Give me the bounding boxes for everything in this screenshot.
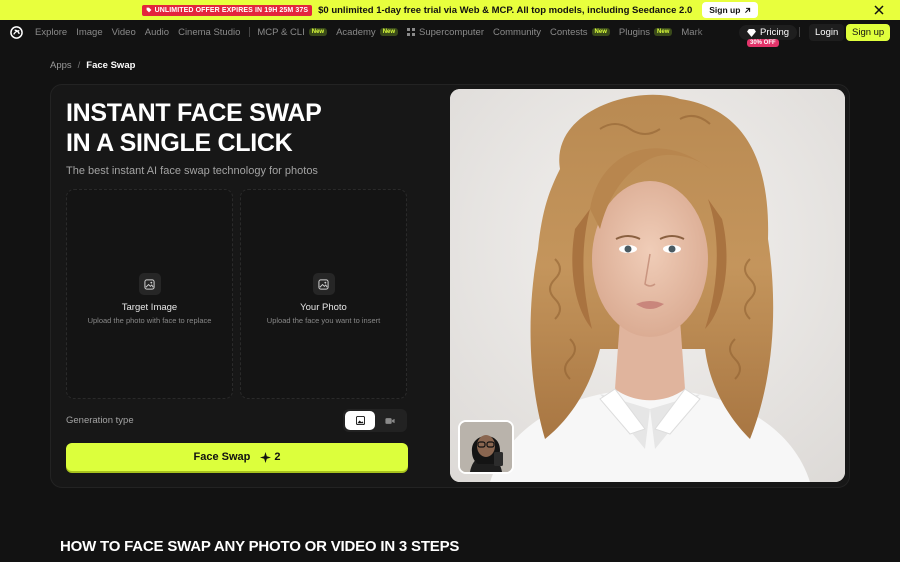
nav-explore[interactable]: Explore bbox=[35, 27, 67, 38]
promo-signup-label: Sign up bbox=[709, 5, 741, 15]
discount-badge: 30% OFF bbox=[747, 39, 779, 47]
nav-image-label: Image bbox=[76, 26, 103, 38]
arrow-up-right-icon bbox=[745, 7, 751, 13]
diamond-icon bbox=[747, 28, 756, 37]
nav-contests-label: Contests bbox=[550, 26, 588, 38]
section-heading: HOW TO FACE SWAP ANY PHOTO OR VIDEO IN 3… bbox=[60, 538, 460, 555]
nav-academy[interactable]: Academy New bbox=[336, 26, 399, 38]
new-badge: New bbox=[308, 28, 328, 36]
your-photo-upload[interactable]: Your Photo Upload the face you want to i… bbox=[240, 189, 407, 399]
nav-cinema-studio-label: Cinema Studio bbox=[178, 26, 241, 38]
source-face-thumbnail[interactable] bbox=[458, 420, 514, 474]
breadcrumb-apps[interactable]: Apps bbox=[50, 60, 72, 71]
promo-banner: UNLIMITED OFFER EXPIRES IN 19H 25M 37S $… bbox=[0, 0, 900, 20]
nav-audio[interactable]: Audio bbox=[145, 27, 169, 38]
nav-image[interactable]: Image bbox=[76, 27, 102, 38]
promo-signup-button[interactable]: Sign up bbox=[702, 2, 759, 18]
target-image-description: Upload the photo with face to replace bbox=[87, 316, 212, 325]
your-photo-title: Your Photo bbox=[300, 302, 347, 313]
nav-fade bbox=[690, 20, 740, 44]
nav-supercomputer-label: Supercomputer bbox=[419, 26, 484, 38]
headline-line-1: INSTANT FACE SWAP bbox=[66, 99, 322, 127]
nav-video-label: Video bbox=[111, 26, 136, 38]
promo-timer-text: UNLIMITED OFFER EXPIRES IN 19H 25M 37S bbox=[154, 6, 309, 14]
breadcrumb-separator: / bbox=[77, 60, 81, 71]
credit-cost: 2 bbox=[260, 451, 280, 463]
page-title: INSTANT FACE SWAP IN A SINGLE CLICK bbox=[66, 98, 322, 158]
nav-community[interactable]: Community bbox=[493, 27, 541, 38]
nav-mcp-cli[interactable]: MCP & CLI New bbox=[257, 26, 328, 38]
nav-plugins[interactable]: Plugins New bbox=[619, 27, 673, 38]
nav-supercomputer[interactable]: Supercomputer bbox=[407, 27, 484, 38]
nav-mcp-cli-label: MCP & CLI bbox=[257, 26, 305, 38]
nav-community-label: Community bbox=[492, 26, 542, 38]
breadcrumb-current: Face Swap bbox=[86, 60, 136, 71]
grid-icon bbox=[407, 28, 416, 36]
new-badge: New bbox=[591, 28, 610, 36]
generation-type-label: Generation type bbox=[66, 415, 134, 426]
face-swap-button-label: Face Swap bbox=[193, 451, 251, 463]
image-icon bbox=[355, 416, 365, 425]
nav-academy-label: Academy bbox=[336, 26, 376, 38]
page-subtitle: The best instant AI face swap technology… bbox=[66, 165, 318, 177]
logo-icon[interactable] bbox=[10, 25, 23, 39]
credit-cost-value: 2 bbox=[274, 451, 281, 463]
pricing-button[interactable]: Pricing bbox=[739, 25, 798, 40]
video-icon bbox=[385, 417, 395, 424]
target-image-upload[interactable]: Target Image Upload the photo with face … bbox=[66, 189, 233, 399]
nav-video[interactable]: Video bbox=[112, 27, 136, 38]
headline-line-2: IN A SINGLE CLICK bbox=[66, 129, 293, 157]
new-badge: New bbox=[379, 28, 399, 36]
video-mode-button[interactable] bbox=[375, 411, 405, 430]
signup-button[interactable]: Sign up bbox=[846, 24, 891, 41]
nav-divider bbox=[249, 27, 251, 37]
pricing-label: Pricing bbox=[760, 27, 790, 38]
promo-message: $0 unlimited 1-day free trial via Web & … bbox=[318, 4, 693, 16]
promo-timer-badge: UNLIMITED OFFER EXPIRES IN 19H 25M 37S bbox=[141, 4, 313, 16]
tag-icon bbox=[146, 7, 151, 13]
sparkle-icon bbox=[260, 451, 272, 463]
nav-explore-label: Explore bbox=[35, 26, 68, 38]
face-swap-button[interactable]: Face Swap 2 bbox=[66, 443, 408, 471]
login-button[interactable]: Login bbox=[809, 24, 845, 41]
image-mode-button[interactable] bbox=[345, 411, 375, 430]
breadcrumb: Apps / Face Swap bbox=[50, 60, 135, 71]
image-upload-icon bbox=[312, 273, 335, 295]
close-icon[interactable] bbox=[872, 3, 886, 17]
nav-cinema-studio[interactable]: Cinema Studio bbox=[178, 27, 240, 38]
nav-audio-label: Audio bbox=[144, 26, 170, 38]
nav-divider bbox=[799, 27, 800, 37]
image-upload-icon bbox=[138, 273, 161, 295]
nav-contests[interactable]: Contests New bbox=[550, 27, 610, 38]
your-photo-description: Upload the face you want to insert bbox=[266, 316, 381, 325]
generation-type-toggle bbox=[343, 409, 407, 432]
new-badge: New bbox=[654, 28, 673, 36]
target-image-title: Target Image bbox=[121, 302, 178, 313]
nav-plugins-label: Plugins bbox=[618, 26, 651, 38]
